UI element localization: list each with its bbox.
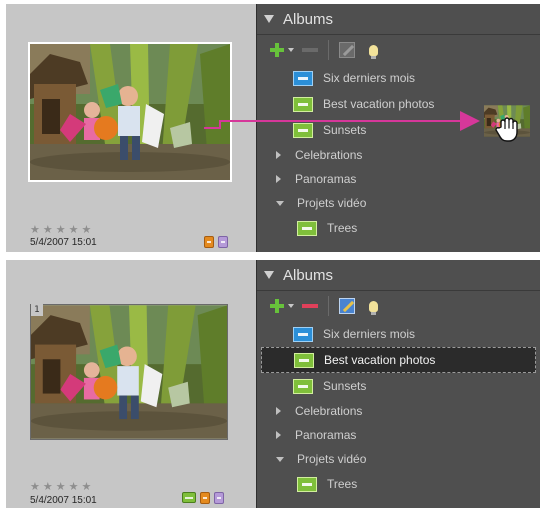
album-icon: [293, 122, 313, 138]
albums-list: Six derniers mois Best vacation photos S…: [257, 65, 540, 241]
rating-stars[interactable]: ★★★★★: [30, 223, 94, 236]
toolbar-divider: [328, 40, 329, 60]
album-icon: [294, 352, 314, 368]
edit-icon[interactable]: [339, 298, 355, 314]
albums-panel: Albums Six derniers mois Best vacation p…: [256, 260, 540, 508]
collapse-triangle-icon[interactable]: [276, 200, 284, 206]
photo-datetime: 5/4/2007 15:01: [30, 495, 97, 506]
media-browser: ★★★★★ 5/4/2007 15:01: [6, 4, 256, 252]
collapse-triangle-icon[interactable]: [264, 271, 274, 279]
edit-icon[interactable]: [339, 42, 355, 58]
minus-icon[interactable]: [302, 304, 318, 308]
expand-triangle-icon[interactable]: [276, 151, 281, 159]
album-item-trees[interactable]: Trees: [257, 471, 540, 497]
expand-triangle-icon[interactable]: [276, 407, 281, 415]
albums-header[interactable]: Albums: [257, 4, 540, 34]
album-icon: [297, 476, 317, 492]
album-label: Trees: [327, 221, 358, 235]
photo-image: [31, 305, 227, 439]
album-group-label: Panoramas: [295, 428, 357, 442]
purple-tag-icon[interactable]: [218, 236, 228, 248]
collapse-triangle-icon[interactable]: [276, 456, 284, 462]
album-group-panoramas[interactable]: Panoramas: [257, 423, 540, 447]
bulb-icon[interactable]: [369, 44, 378, 59]
album-group-projets-video[interactable]: Projets vidéo: [257, 191, 540, 215]
smart-album-icon: [293, 70, 313, 86]
orange-tag-icon[interactable]: [200, 492, 210, 504]
albums-toolbar: [257, 291, 540, 321]
album-group-label: Projets vidéo: [297, 452, 367, 466]
albums-list: Six derniers mois Best vacation photos S…: [257, 321, 540, 497]
albums-header[interactable]: Albums: [257, 260, 540, 290]
album-label: Best vacation photos: [324, 353, 436, 367]
album-item-sunsets[interactable]: Sunsets: [257, 373, 540, 399]
album-group-celebrations[interactable]: Celebrations: [257, 399, 540, 423]
album-label: Best vacation photos: [323, 97, 435, 111]
album-group-label: Celebrations: [295, 404, 363, 418]
album-label: Sunsets: [323, 379, 367, 393]
album-group-label: Celebrations: [295, 148, 363, 162]
album-tag-icon[interactable]: [182, 492, 196, 503]
plus-icon[interactable]: [270, 299, 284, 313]
purple-tag-icon[interactable]: [214, 492, 224, 504]
album-icon: [297, 220, 317, 236]
album-icon: [293, 378, 313, 394]
expand-triangle-icon[interactable]: [276, 431, 281, 439]
orange-tag-icon[interactable]: [204, 236, 214, 248]
photo-number-badge: 1: [31, 304, 43, 316]
album-item-best-vacation-photos[interactable]: Best vacation photos: [261, 347, 536, 373]
album-group-panoramas[interactable]: Panoramas: [257, 167, 540, 191]
bulb-icon[interactable]: [369, 300, 378, 315]
album-group-label: Projets vidéo: [297, 196, 367, 210]
rating-stars[interactable]: ★★★★★: [30, 480, 94, 493]
album-icon: [293, 96, 313, 112]
album-label: Sunsets: [323, 123, 367, 137]
minus-icon[interactable]: [302, 48, 318, 52]
photo-datetime: 5/4/2007 15:01: [30, 237, 97, 248]
album-group-projets-video[interactable]: Projets vidéo: [257, 447, 540, 471]
photo-thumbnail[interactable]: [30, 304, 228, 440]
toolbar-divider: [328, 296, 329, 316]
album-label: Six derniers mois: [323, 327, 416, 341]
photo-image: [30, 44, 230, 180]
album-item-six-derniers-mois[interactable]: Six derniers mois: [257, 65, 540, 91]
photo-thumbnail[interactable]: [28, 42, 232, 182]
tag-icons: [204, 236, 228, 248]
smart-album-icon: [293, 326, 313, 342]
grab-hand-icon: [495, 117, 518, 142]
album-label: Trees: [327, 477, 358, 491]
panel-dropped: 1 ★★★★★ 5/4/2007 15:01 Albums Six dernie…: [6, 260, 540, 508]
tag-icons: [182, 492, 224, 504]
albums-title: Albums: [283, 266, 334, 284]
album-label: Six derniers mois: [323, 71, 416, 85]
album-item-six-derniers-mois[interactable]: Six derniers mois: [257, 321, 540, 347]
albums-title: Albums: [283, 10, 334, 28]
panel-dragging: ★★★★★ 5/4/2007 15:01 Albums Six derniers…: [6, 4, 540, 252]
collapse-triangle-icon[interactable]: [264, 15, 274, 23]
album-item-trees[interactable]: Trees: [257, 215, 540, 241]
plus-icon[interactable]: [270, 43, 284, 57]
albums-toolbar: [257, 35, 540, 65]
chevron-down-icon[interactable]: [288, 304, 294, 308]
media-browser: 1 ★★★★★ 5/4/2007 15:01: [6, 260, 256, 508]
chevron-down-icon[interactable]: [288, 48, 294, 52]
album-group-celebrations[interactable]: Celebrations: [257, 143, 540, 167]
album-group-label: Panoramas: [295, 172, 357, 186]
expand-triangle-icon[interactable]: [276, 175, 281, 183]
